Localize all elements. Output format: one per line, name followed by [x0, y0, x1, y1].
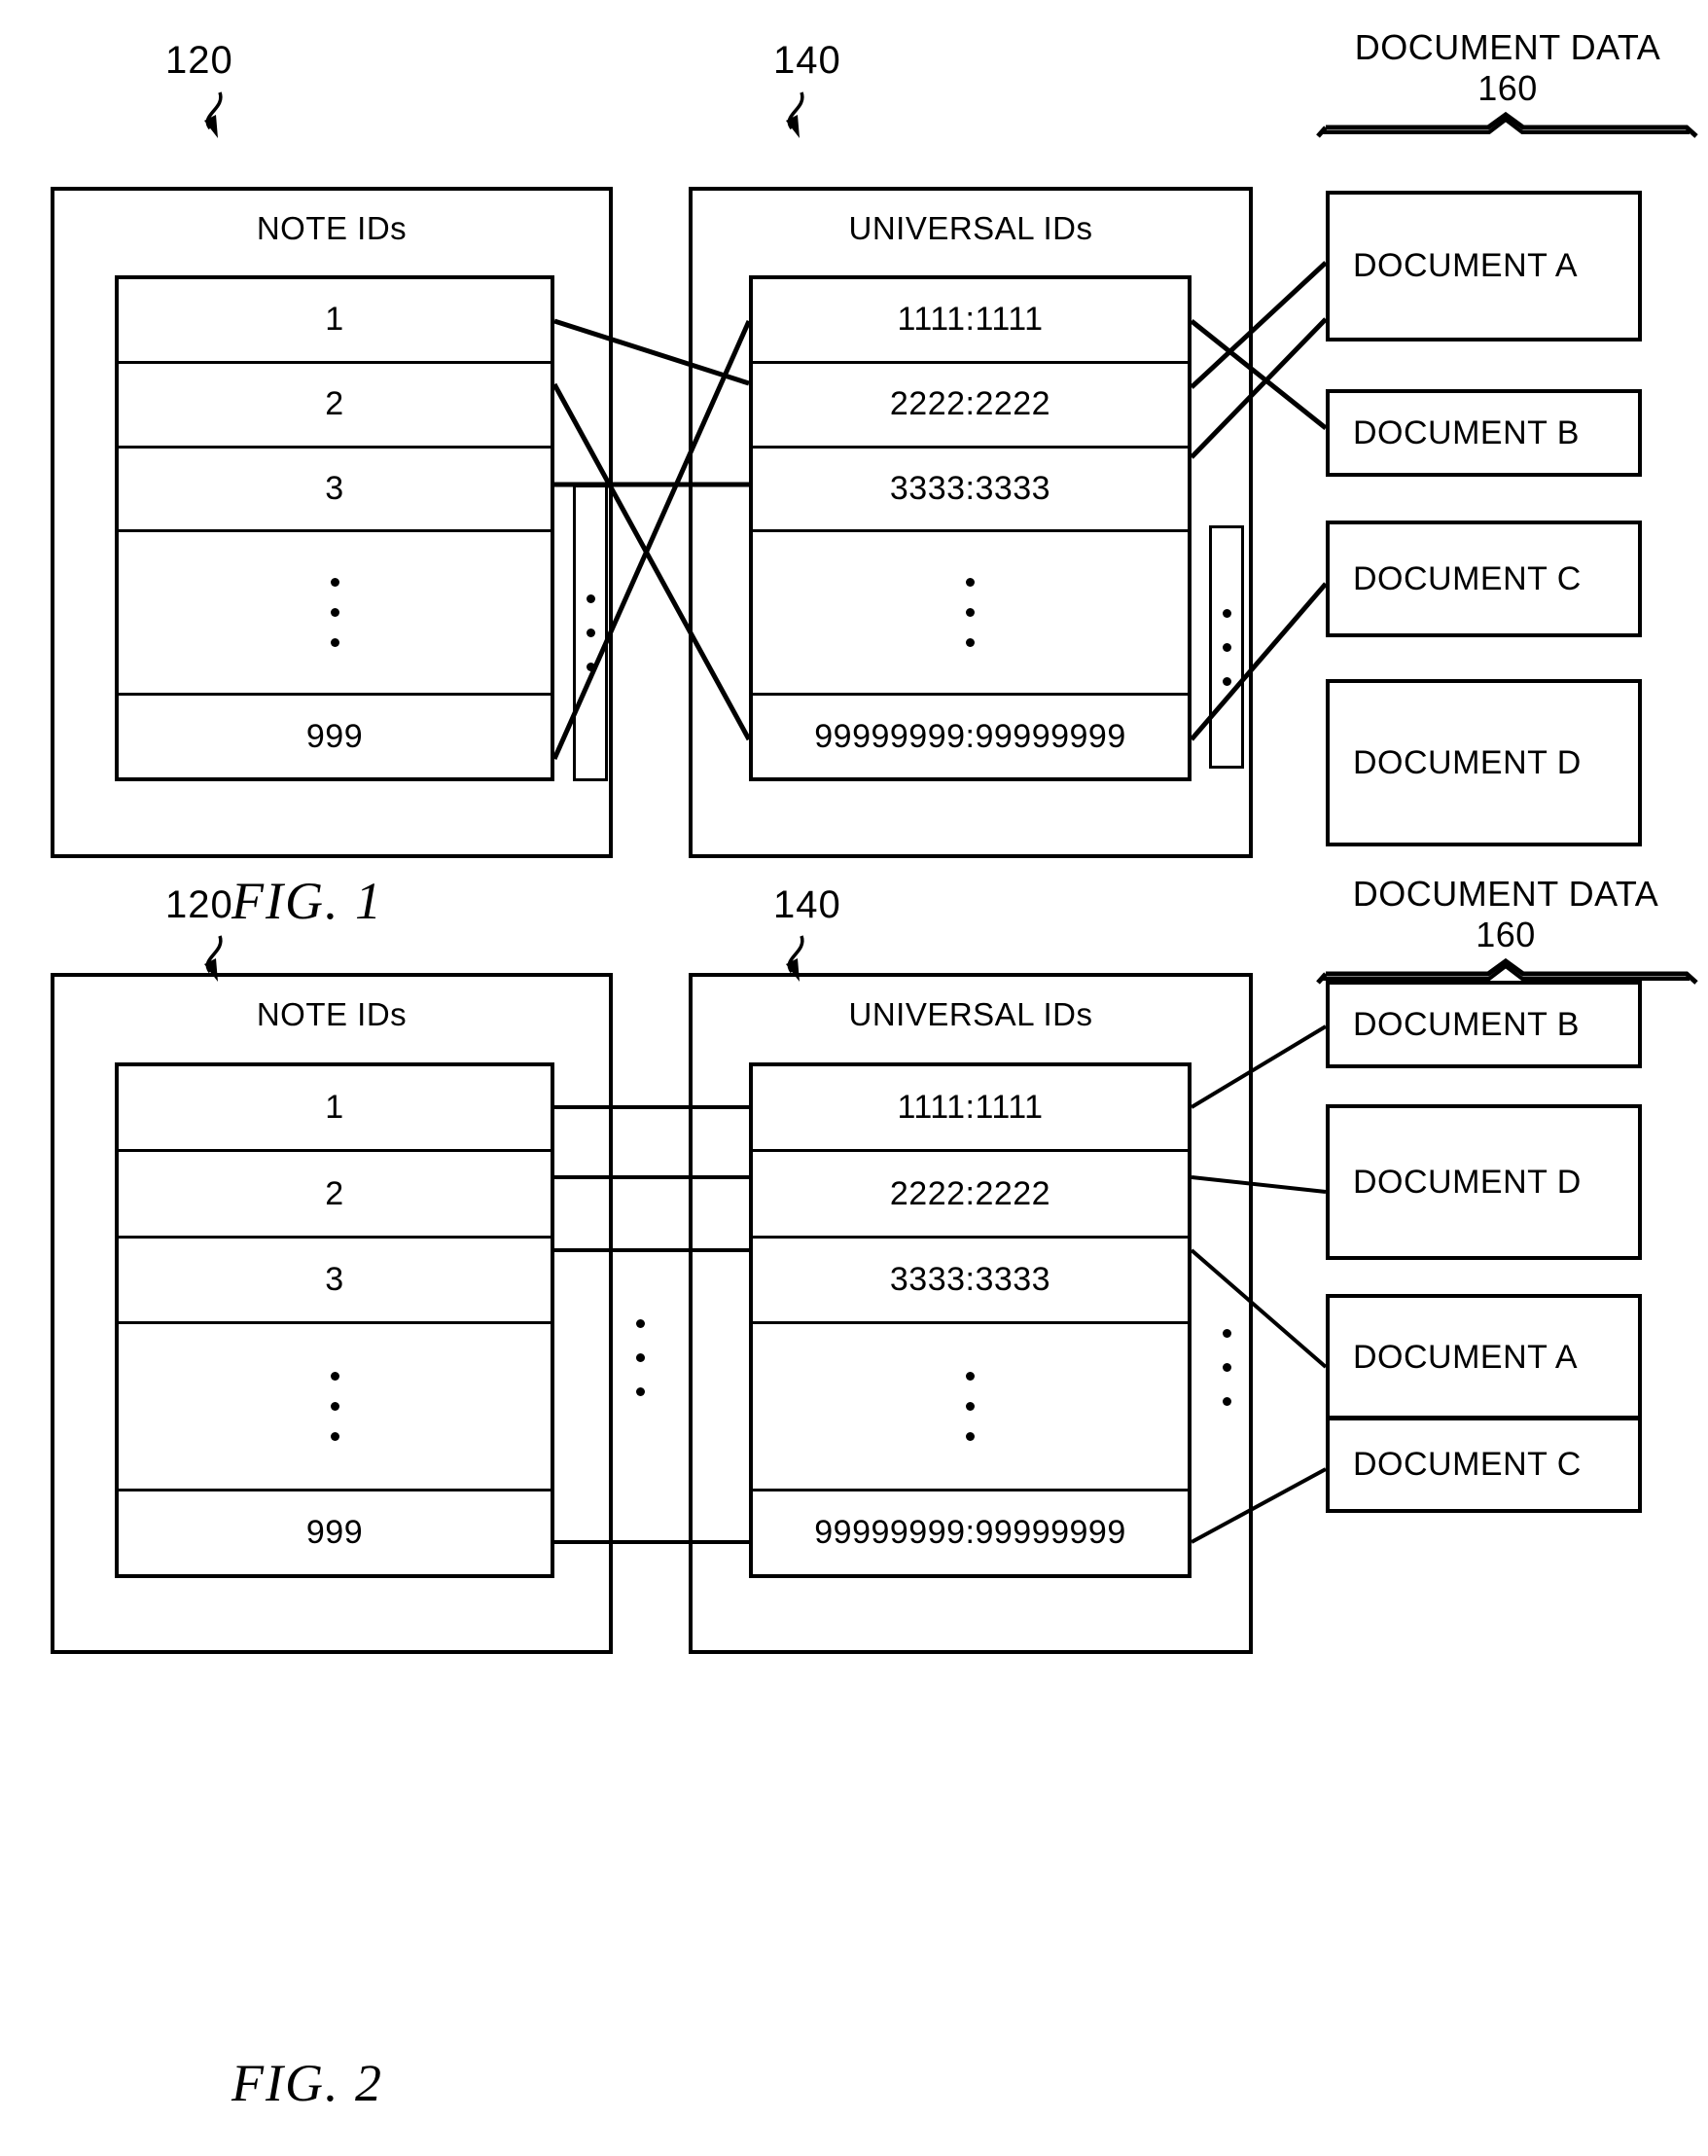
figure-2-mapping-lines	[554, 1024, 1328, 1544]
figure-2: 120 140 DOCUMENT DATA 160 NOTE IDs 1 2 3…	[0, 856, 1708, 2156]
figure-2-caption: FIG. 2	[231, 2054, 383, 2112]
